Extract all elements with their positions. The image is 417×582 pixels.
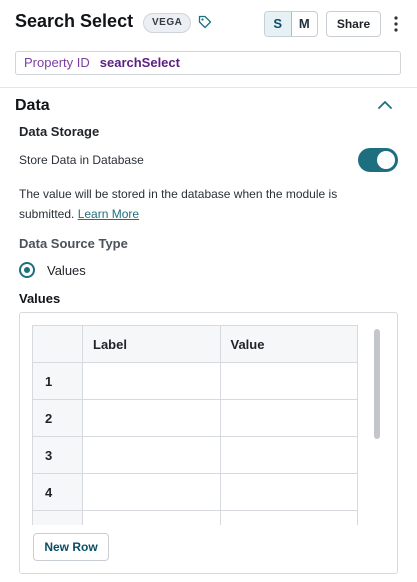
property-id-label: Property ID [24,55,90,70]
value-cell[interactable] [219,436,358,474]
radio-selected-dot [24,267,30,273]
label-cell[interactable] [82,510,221,525]
size-toggle: S M [264,11,318,37]
values-grid: Label Value 1 2 3 4 [32,325,358,525]
column-header-value: Value [219,325,358,363]
column-header-label: Label [82,325,221,363]
tag-icon[interactable] [198,15,212,29]
share-button[interactable]: Share [326,11,381,37]
data-section-title: Data [15,97,50,114]
store-data-toggle[interactable] [358,148,398,172]
vega-badge: VEGA [143,13,192,33]
help-text-body: The value will be stored in the database… [19,187,338,221]
row-number: 3 [32,436,83,474]
table-row: 1 [32,362,358,400]
component-title: Search Select [15,11,134,31]
scrollbar-thumb[interactable] [374,329,380,439]
size-option-s[interactable]: S [265,12,292,36]
learn-more-link[interactable]: Learn More [78,207,139,221]
values-title: Values [19,291,61,306]
data-source-type-label: Data Source Type [19,236,128,251]
values-editor: Label Value 1 2 3 4 New Row [19,312,398,574]
store-data-label: Store Data in Database [19,153,144,167]
row-number: 5 [32,510,83,525]
panel-header: Search Select VEGA S M Share Property ID… [0,0,417,88]
size-option-m[interactable]: M [292,12,318,36]
property-id-field[interactable]: Property ID searchSelect [15,51,401,75]
more-vertical-icon[interactable] [388,14,404,34]
property-id-value: searchSelect [99,55,180,70]
row-number: 1 [32,362,83,400]
toggle-knob [377,151,395,169]
values-grid-viewport: Label Value 1 2 3 4 [32,325,358,525]
storage-help-text: The value will be stored in the database… [19,184,389,224]
value-cell[interactable] [219,510,358,525]
corner-cell [32,325,83,363]
value-cell[interactable] [219,399,358,437]
value-cell[interactable] [219,473,358,511]
row-number: 2 [32,399,83,437]
label-cell[interactable] [82,362,221,400]
values-radio-label[interactable]: Values [47,263,86,278]
table-row: 5 [32,510,358,525]
label-cell[interactable] [82,473,221,511]
table-row: 2 [32,399,358,437]
chevron-up-icon[interactable] [377,99,393,111]
table-row: 4 [32,473,358,511]
row-number: 4 [32,473,83,511]
new-row-button[interactable]: New Row [33,533,109,561]
value-cell[interactable] [219,362,358,400]
table-row: 3 [32,436,358,474]
data-storage-title: Data Storage [19,124,100,139]
grid-scrollbar[interactable] [372,327,382,523]
values-radio[interactable] [19,262,35,278]
label-cell[interactable] [82,436,221,474]
label-cell[interactable] [82,399,221,437]
